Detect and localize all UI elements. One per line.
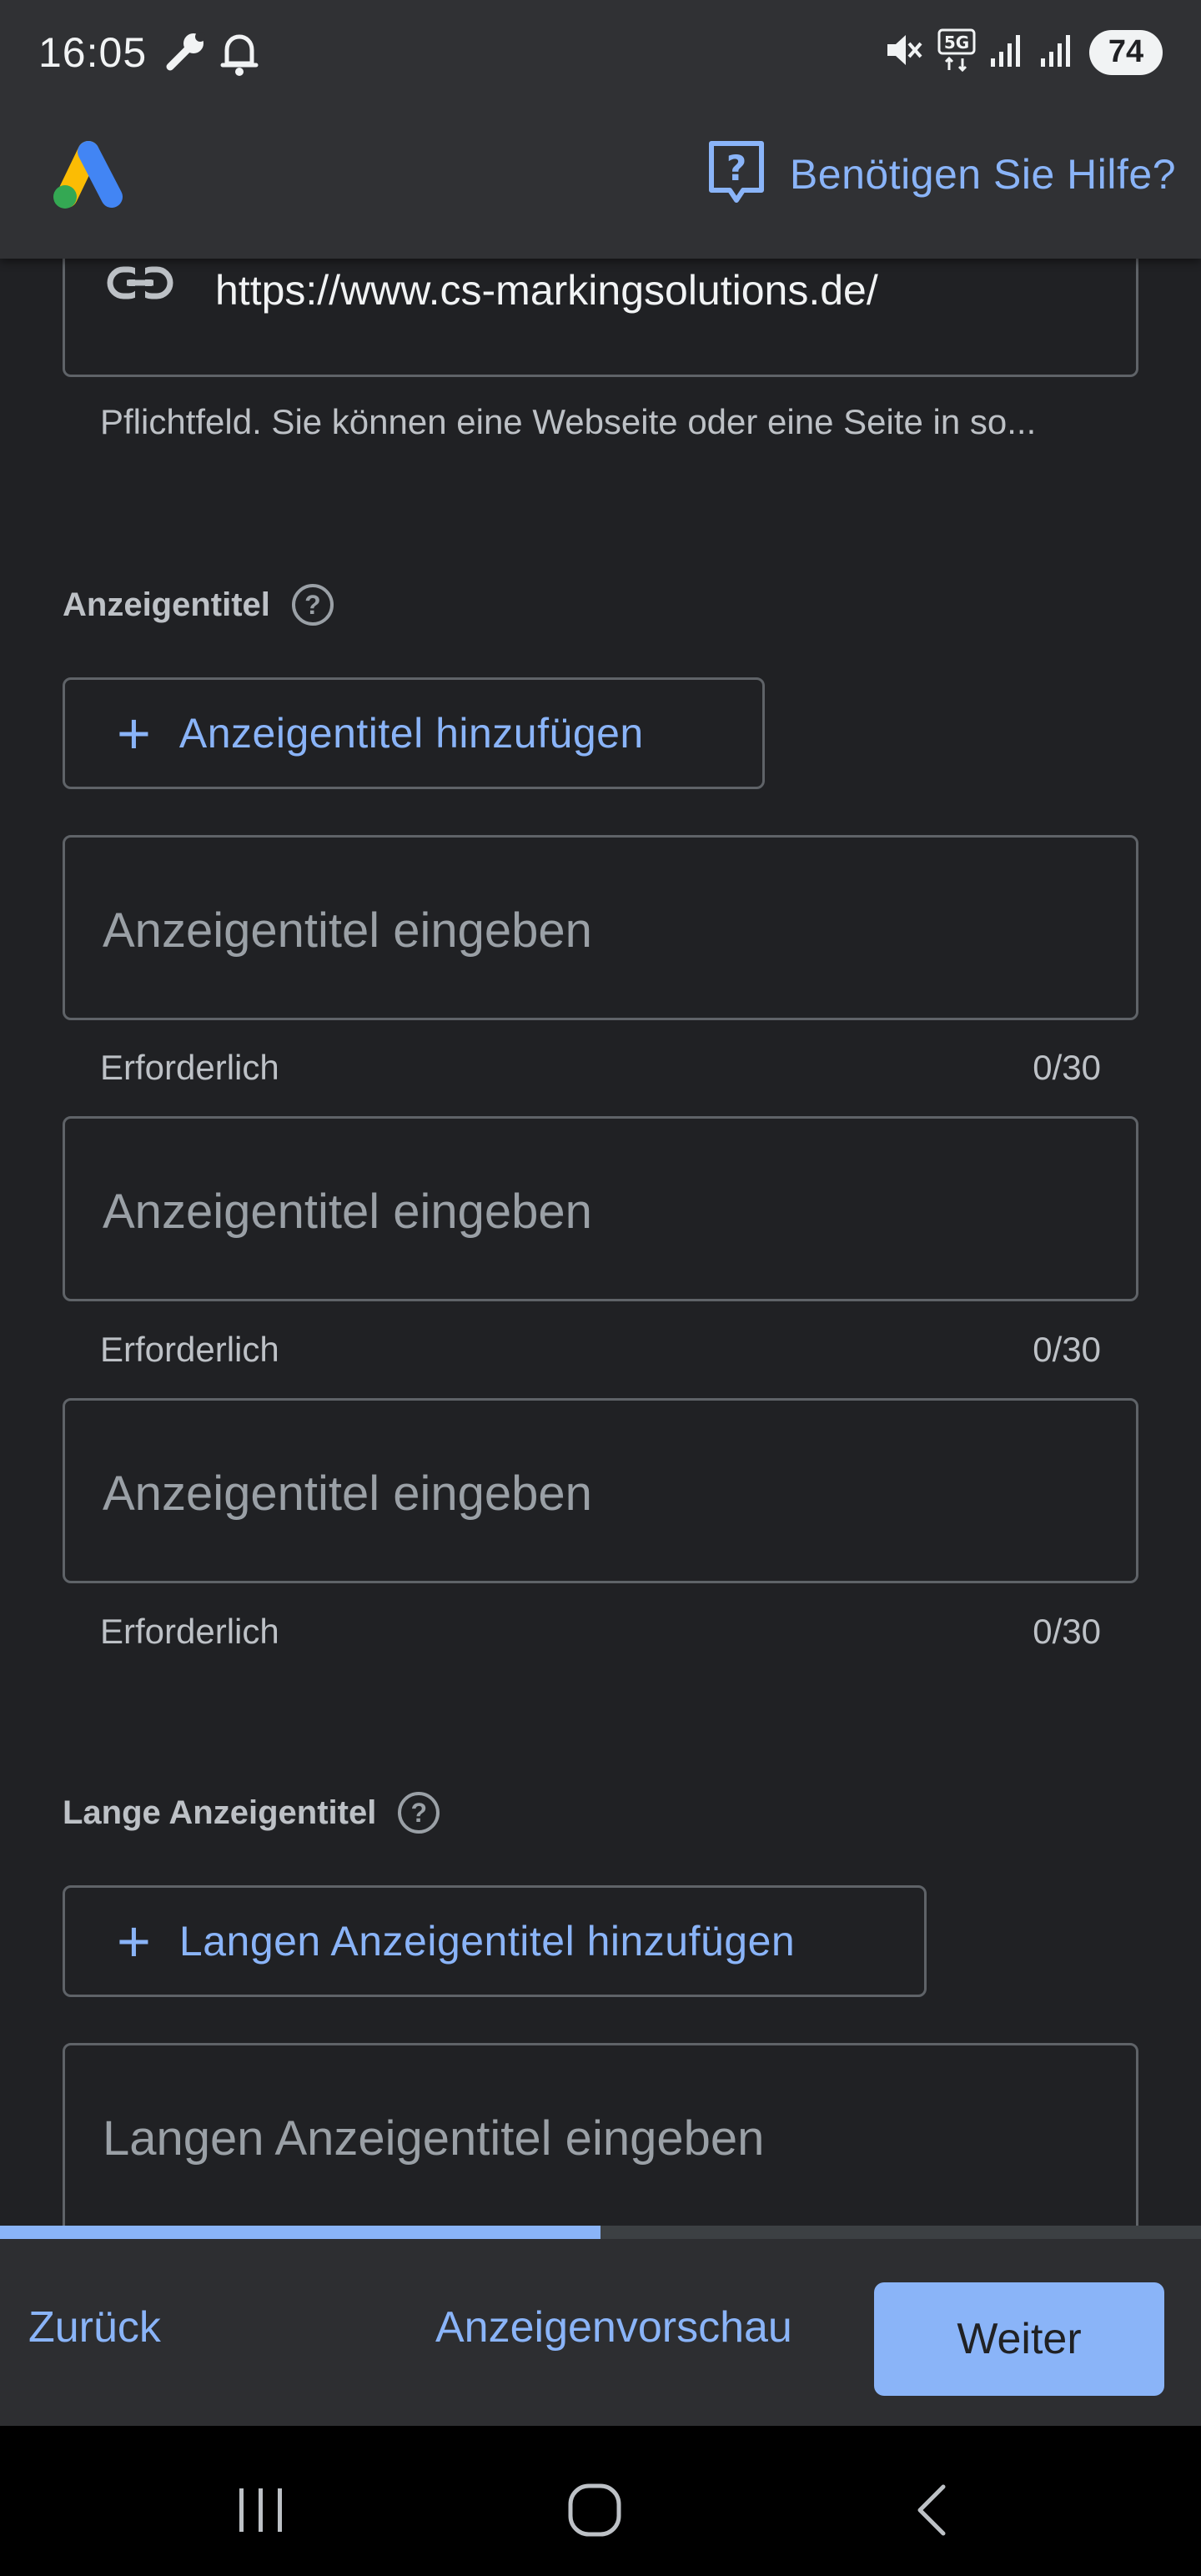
app-bar: ? Benötigen Sie Hilfe?	[0, 108, 1201, 259]
help-button[interactable]: ? Benötigen Sie Hilfe?	[706, 138, 1176, 209]
headline-input-placeholder: Anzeigentitel eingeben	[103, 1467, 592, 1521]
form-content[interactable]: https://www.cs-markingsolutions.de/ Pfli…	[0, 0, 1201, 2227]
headline-char-counter: 0/30	[1033, 1330, 1101, 1369]
5g-icon: 5G	[937, 28, 976, 76]
home-icon[interactable]	[557, 2473, 632, 2548]
link-icon	[107, 264, 173, 305]
headline-helper-text: Erforderlich	[100, 1612, 279, 1651]
help-question-icon[interactable]: ?	[291, 584, 334, 626]
long-headline-input-placeholder: Langen Anzeigentitel eingeben	[103, 2111, 765, 2166]
progress-bar	[0, 2226, 1201, 2239]
headlines-label: Anzeigentitel	[63, 586, 270, 623]
headline-input-placeholder: Anzeigentitel eingeben	[103, 1185, 592, 1239]
signal-icon	[1039, 32, 1076, 73]
plus-icon: +	[117, 701, 151, 766]
headline-input-2[interactable]: Anzeigentitel eingeben	[63, 1116, 1138, 1301]
final-url-hint: Pflichtfeld. Sie können eine Webseite od…	[100, 402, 1037, 441]
status-bar: 16:05 5G 74	[0, 0, 1201, 108]
headline-helper-text: Erforderlich	[100, 1330, 279, 1369]
top-bar: 16:05 5G 74 ? Benötigen Sie Hilfe?	[0, 0, 1201, 259]
add-long-headline-button[interactable]: + Langen Anzeigentitel hinzufügen	[63, 1885, 927, 1997]
status-time: 16:05	[38, 29, 148, 76]
long-headlines-section-label: Lange Anzeigentitel ?	[63, 1792, 440, 1834]
next-button[interactable]: Weiter	[874, 2282, 1164, 2396]
long-headline-input-1[interactable]: Langen Anzeigentitel eingeben	[63, 2043, 1138, 2227]
wrench-icon	[163, 30, 207, 81]
help-icon: ?	[706, 138, 766, 209]
bell-icon	[219, 30, 260, 81]
add-headline-button[interactable]: + Anzeigentitel hinzufügen	[63, 677, 765, 789]
add-long-headline-label: Langen Anzeigentitel hinzufügen	[178, 1918, 796, 1965]
help-question-icon[interactable]: ?	[398, 1792, 440, 1834]
add-headline-label: Anzeigentitel hinzufügen	[178, 710, 644, 757]
headline-char-counter: 0/30	[1033, 1048, 1101, 1087]
headline-input-placeholder: Anzeigentitel eingeben	[103, 903, 592, 958]
headline-char-counter: 0/30	[1033, 1612, 1101, 1651]
long-headlines-label: Lange Anzeigentitel	[63, 1794, 377, 1831]
headline-input-1[interactable]: Anzeigentitel eingeben	[63, 835, 1138, 1020]
mute-icon	[884, 30, 924, 74]
headlines-section-label: Anzeigentitel ?	[63, 584, 334, 626]
back-nav-icon[interactable]	[894, 2473, 969, 2548]
recent-apps-icon[interactable]	[224, 2473, 299, 2548]
battery-indicator: 74	[1089, 29, 1163, 75]
svg-text:5G: 5G	[944, 33, 969, 53]
plus-icon: +	[117, 1909, 151, 1974]
progress-fill	[0, 2226, 600, 2239]
back-button[interactable]: Zurück	[28, 2302, 161, 2352]
svg-text:?: ?	[726, 148, 746, 189]
ad-preview-button[interactable]: Anzeigenvorschau	[435, 2302, 792, 2352]
google-ads-logo-icon	[47, 135, 130, 210]
help-label: Benötigen Sie Hilfe?	[789, 150, 1176, 198]
system-navigation-bar	[0, 2426, 1201, 2576]
headline-input-3[interactable]: Anzeigentitel eingeben	[63, 1398, 1138, 1583]
headline-helper-text: Erforderlich	[100, 1048, 279, 1087]
signal-icon	[989, 32, 1026, 73]
screen: https://www.cs-markingsolutions.de/ Pfli…	[0, 0, 1201, 2576]
bottom-action-bar: Zurück Anzeigenvorschau Weiter	[0, 2239, 1201, 2426]
final-url-value: https://www.cs-markingsolutions.de/	[215, 267, 878, 314]
